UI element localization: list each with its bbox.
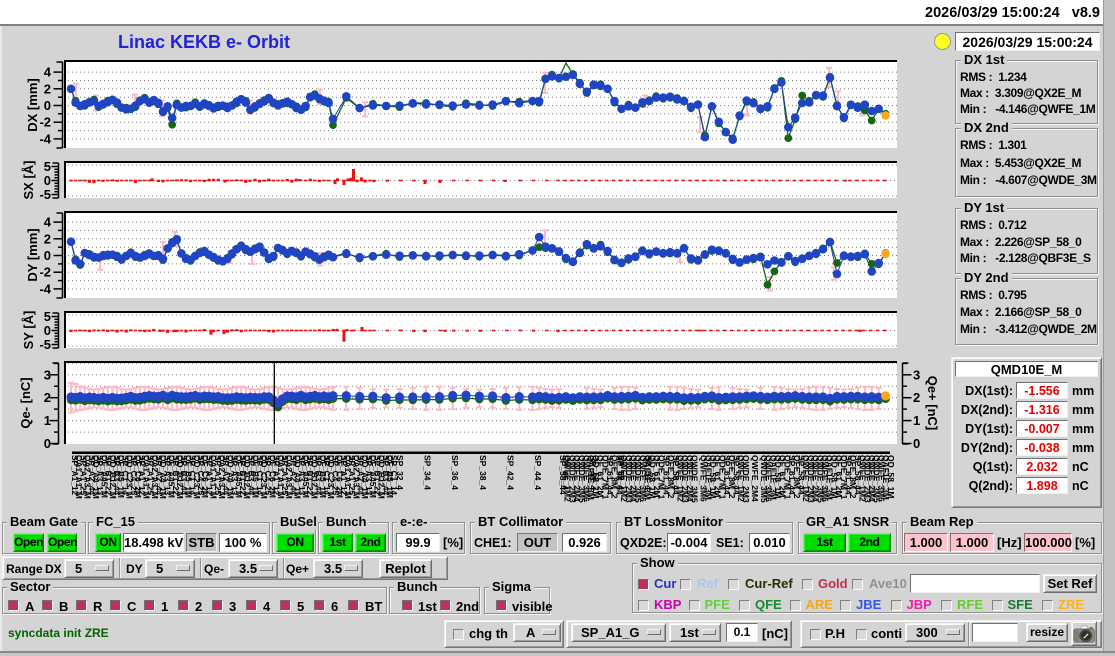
svg-text:-2: -2 <box>39 265 51 280</box>
svg-text:2: 2 <box>913 390 920 405</box>
svg-text:QWFE_2M4: QWFE_2M4 <box>750 455 760 502</box>
svg-text:3: 3 <box>913 367 920 382</box>
svg-text:QWDE_3M5: QWDE_3M5 <box>690 455 700 503</box>
svg-text:QWDE_2M3: QWDE_2M3 <box>741 455 751 503</box>
svg-text:2: 2 <box>44 390 51 405</box>
svg-text:3: 3 <box>44 367 51 382</box>
svg-text:SP_44_4: SP_44_4 <box>533 455 543 490</box>
svg-text:2: 2 <box>44 231 51 246</box>
svg-text:-2: -2 <box>39 115 51 130</box>
svg-text:SP_34_4: SP_34_4 <box>423 455 433 490</box>
svg-text:SP_32_4: SP_32_4 <box>395 455 405 490</box>
svg-text:Qe- [nC]: Qe- [nC] <box>18 377 33 428</box>
svg-text:0: 0 <box>44 173 51 188</box>
svg-text:-5: -5 <box>39 337 51 352</box>
svg-text:SY [Å]: SY [Å] <box>21 311 36 350</box>
svg-text:1: 1 <box>44 413 51 428</box>
svg-text:4: 4 <box>44 215 52 230</box>
svg-text:DX [mm]: DX [mm] <box>25 78 40 131</box>
svg-text:QD_58_1M: QD_58_1M <box>886 455 896 498</box>
svg-text:5: 5 <box>44 309 51 324</box>
svg-text:SP_36_4: SP_36_4 <box>450 455 460 490</box>
svg-text:1: 1 <box>913 413 920 428</box>
svg-text:0: 0 <box>44 248 51 263</box>
svg-text:5: 5 <box>44 159 51 174</box>
svg-text:2: 2 <box>44 81 51 96</box>
svg-text:4: 4 <box>44 65 52 80</box>
svg-text:0: 0 <box>44 323 51 338</box>
svg-text:SP_42_4: SP_42_4 <box>505 455 515 490</box>
svg-text:DY [mm]: DY [mm] <box>25 228 40 281</box>
svg-text:0: 0 <box>913 436 920 451</box>
svg-text:0: 0 <box>44 98 51 113</box>
svg-text:SX [Å]: SX [Å] <box>21 161 36 200</box>
svg-text:-4: -4 <box>39 281 51 296</box>
svg-text:0: 0 <box>44 436 51 451</box>
svg-text:-5: -5 <box>39 187 51 202</box>
svg-text:Qe+ [nC]: Qe+ [nC] <box>925 376 940 431</box>
svg-text:SP_38_4: SP_38_4 <box>478 455 488 490</box>
svg-text:-4: -4 <box>39 131 51 146</box>
